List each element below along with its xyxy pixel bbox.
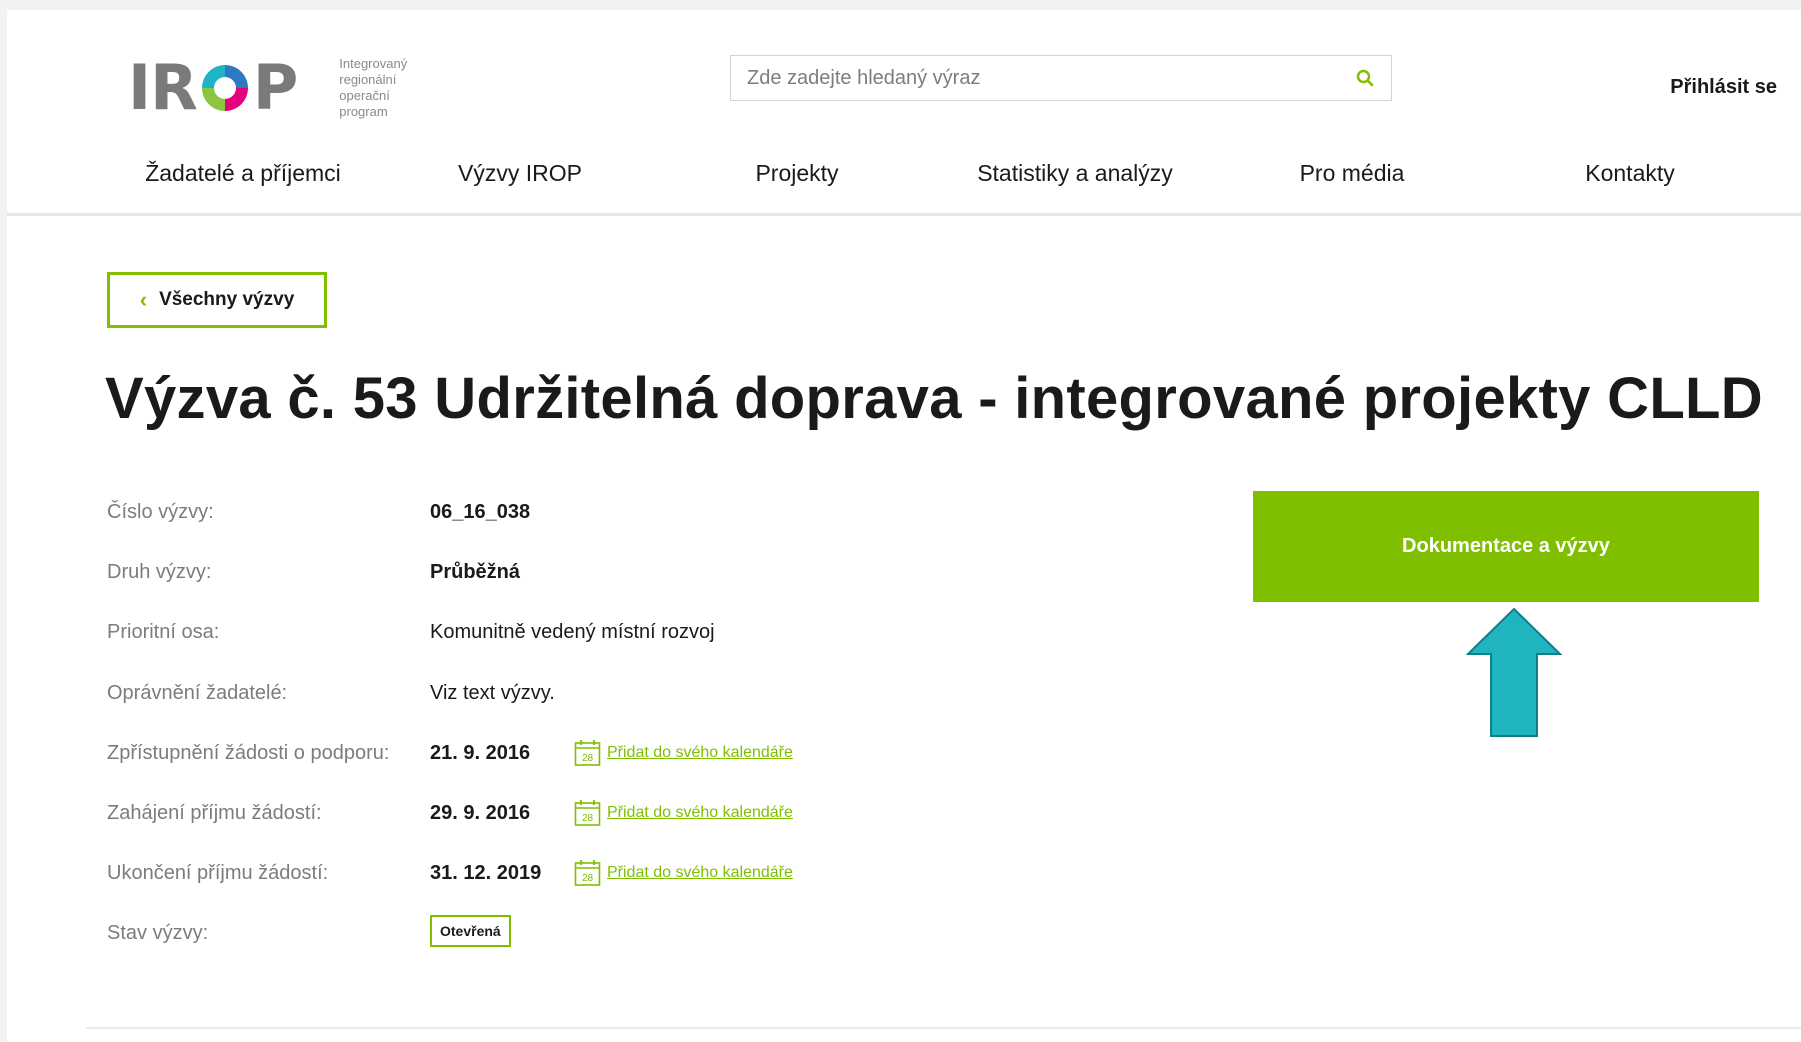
- all-calls-back-button[interactable]: ‹ Všechny výzvy: [107, 272, 327, 328]
- detail-label: Prioritní osa:: [107, 620, 220, 643]
- detail-value: Komunitně vedený místní rozvoj: [430, 620, 715, 643]
- calendar-icon: 28: [574, 800, 601, 826]
- detail-label: Oprávnění žadatelé:: [107, 681, 288, 704]
- logo-subtitle: Integrovaný regionální operační program: [339, 56, 419, 120]
- logo-subtitle-line: regionální: [339, 72, 397, 87]
- logo-subtitle-line: operační: [339, 88, 390, 103]
- page-title: Výzva č. 53 Udržitelná doprava - integro…: [105, 366, 1763, 431]
- footer-divider: [86, 1027, 1801, 1029]
- calendar-icon: 28: [574, 740, 601, 766]
- documentation-button[interactable]: Dokumentace a výzvy: [1253, 491, 1759, 602]
- nav-item-media[interactable]: Pro média: [1300, 160, 1405, 187]
- nav-divider: [7, 213, 1801, 216]
- detail-value: 29. 9. 2016: [430, 801, 531, 824]
- search-icon: [1356, 69, 1374, 87]
- search-box: [730, 55, 1392, 101]
- detail-label: Zahájení příjmu žádostí:: [107, 801, 322, 824]
- search-input[interactable]: [731, 56, 1339, 100]
- nav-item-kontakty[interactable]: Kontakty: [1585, 160, 1675, 187]
- irop-logo[interactable]: IR P Integrovaný regionální operační pro…: [128, 56, 419, 120]
- detail-value: 31. 12. 2019: [430, 861, 542, 884]
- chevron-left-icon: ‹: [139, 287, 148, 312]
- nav-item-vyzvy[interactable]: Výzvy IROP: [458, 160, 582, 187]
- calendar-icon: 28: [574, 860, 601, 886]
- search-button[interactable]: [1339, 56, 1391, 100]
- add-to-calendar-link[interactable]: Přidat do svého kalendáře: [607, 744, 793, 762]
- nav-item-zadatele[interactable]: Žadatelé a příjemci: [145, 160, 341, 187]
- add-to-calendar-link[interactable]: Přidat do svého kalendáře: [607, 864, 793, 882]
- nav-item-projekty[interactable]: Projekty: [755, 160, 838, 187]
- main-nav: Žadatelé a příjemci Výzvy IROP Projekty …: [7, 160, 1801, 200]
- detail-label: Stav výzvy:: [107, 921, 209, 944]
- login-link[interactable]: Přihlásit se: [1670, 76, 1777, 99]
- detail-label: Druh výzvy:: [107, 560, 212, 583]
- add-to-calendar: 28 Přidat do svého kalendáře: [574, 859, 793, 887]
- detail-value: Průběžná: [430, 560, 521, 583]
- back-button-label: Všechny výzvy: [159, 289, 295, 310]
- detail-value: 21. 9. 2016: [430, 741, 531, 764]
- page: IR P Integrovaný regionální operační pro…: [7, 10, 1801, 1042]
- svg-text:28: 28: [582, 753, 594, 764]
- logo-mark: IR P: [128, 51, 298, 124]
- detail-label: Ukončení příjmu žádostí:: [107, 861, 329, 884]
- add-to-calendar-link[interactable]: Přidat do svého kalendáře: [607, 804, 793, 822]
- add-to-calendar: 28 Přidat do svého kalendáře: [574, 799, 793, 827]
- svg-text:28: 28: [582, 873, 594, 884]
- detail-label: Číslo výzvy:: [107, 500, 214, 523]
- logo-ring-icon: [201, 65, 248, 111]
- svg-text:28: 28: [582, 813, 594, 824]
- logo-subtitle-line: program: [339, 104, 388, 119]
- detail-value: 06_16_038: [430, 500, 531, 523]
- detail-label: Zpřístupnění žádosti o podporu:: [107, 741, 390, 764]
- arrow-up-icon: [1465, 607, 1563, 737]
- add-to-calendar: 28 Přidat do svého kalendáře: [574, 739, 793, 767]
- nav-item-statistiky[interactable]: Statistiky a analýzy: [977, 160, 1173, 187]
- logo-subtitle-line: Integrovaný: [339, 56, 408, 71]
- detail-value: Viz text výzvy.: [430, 681, 555, 704]
- status-badge: Otevřená: [430, 915, 511, 947]
